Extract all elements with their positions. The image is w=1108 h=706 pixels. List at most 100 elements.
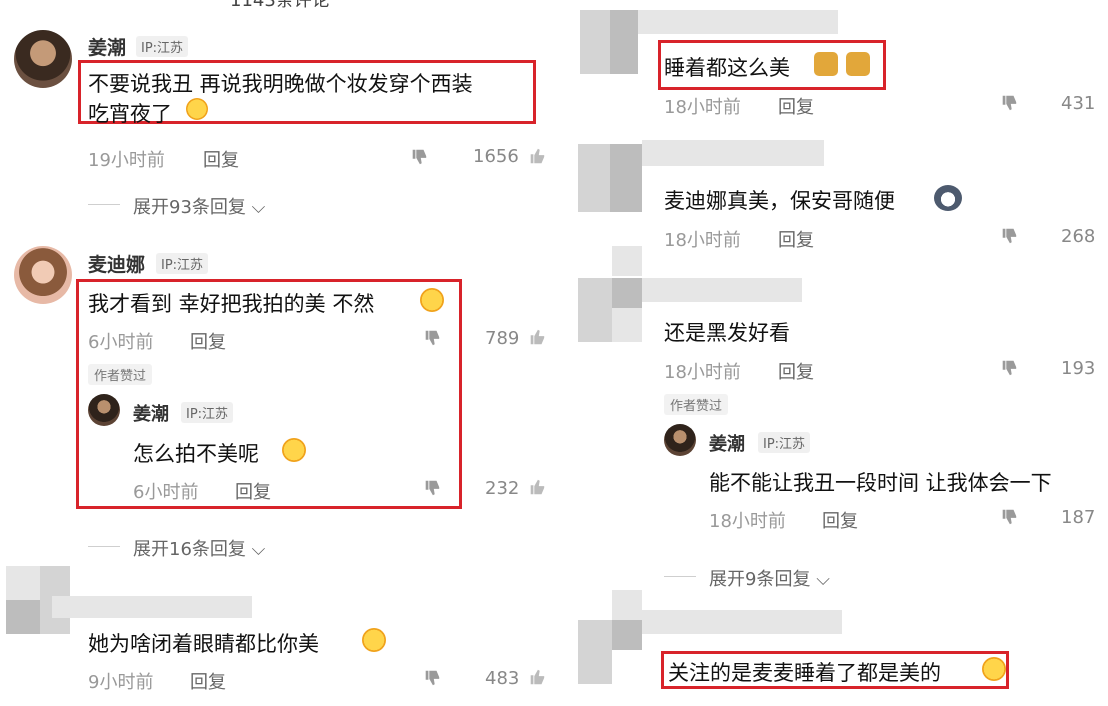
expand-replies-button[interactable]: 展开93条回复 ⌵: [133, 193, 265, 219]
emoji-icon: [846, 52, 870, 76]
ip-badge: IP:江苏: [156, 253, 209, 274]
reply-button[interactable]: 回复: [778, 226, 814, 252]
expand-label: 展开16条回复: [133, 539, 246, 560]
username[interactable]: 麦迪娜: [88, 250, 145, 277]
reply-button[interactable]: 回复: [778, 358, 814, 384]
username[interactable]: 姜潮: [88, 33, 126, 60]
username[interactable]: 姜潮: [133, 400, 169, 426]
blurred-username: [638, 10, 838, 34]
emoji-icon: [814, 52, 838, 76]
like-count: 1656: [473, 146, 519, 167]
chevron-down-icon: ⌵: [251, 197, 266, 218]
like-count: 789: [485, 328, 520, 349]
dislike-icon[interactable]: [1000, 508, 1018, 526]
avatar[interactable]: [14, 246, 72, 304]
author-liked-badge: 作者赞过: [88, 364, 153, 385]
blurred-avatar: [578, 278, 612, 308]
timestamp: 9小时前: [88, 672, 154, 693]
expand-label: 展开9条回复: [709, 569, 811, 590]
reply-button[interactable]: 回复: [203, 146, 239, 172]
comment-text: 我才看到 幸好把我拍的美 不然: [88, 292, 375, 316]
blurred-avatar: [578, 144, 610, 178]
dislike-icon[interactable]: [423, 669, 441, 687]
blurred-avatar: [612, 246, 642, 276]
like-icon[interactable]: [528, 147, 546, 165]
like-count: 187: [1061, 507, 1096, 528]
emoji-icon: [362, 628, 386, 652]
divider: [88, 204, 120, 205]
chevron-down-icon: ⌵: [251, 539, 266, 560]
blurred-avatar: [578, 178, 610, 212]
dislike-icon[interactable]: [423, 329, 441, 347]
comment-text: 麦迪娜真美，保安哥随便: [664, 189, 895, 213]
comment-text: 她为啥闭着眼睛都比你美: [88, 632, 319, 656]
reply-button[interactable]: 回复: [822, 507, 858, 533]
blurred-avatar: [610, 178, 642, 212]
blurred-avatar: [612, 620, 642, 650]
blurred-avatar: [610, 144, 642, 178]
blurred-avatar: [578, 620, 612, 650]
blurred-avatar: [578, 650, 612, 684]
comment-text: 怎么拍不美呢: [133, 442, 259, 466]
like-icon[interactable]: [528, 668, 546, 686]
like-count: 483: [485, 668, 520, 689]
blurred-avatar: [6, 566, 40, 600]
divider: [88, 546, 120, 547]
dislike-icon[interactable]: [1000, 359, 1018, 377]
reply-button[interactable]: 回复: [778, 93, 814, 119]
emoji-icon: [934, 185, 962, 211]
blurred-username: [642, 610, 842, 634]
reply-button[interactable]: 回复: [190, 668, 226, 694]
blurred-avatar: [612, 308, 642, 342]
timestamp: 18小时前: [709, 511, 786, 532]
emoji-icon: [420, 288, 444, 312]
expand-replies-button[interactable]: 展开9条回复 ⌵: [709, 565, 830, 591]
like-count: 268: [1061, 226, 1096, 247]
username[interactable]: 姜潮: [709, 430, 745, 456]
chevron-down-icon: ⌵: [816, 569, 830, 590]
reply-button[interactable]: 回复: [190, 328, 226, 354]
like-count: 431: [1061, 93, 1096, 114]
like-icon[interactable]: [528, 478, 546, 496]
left-top-partial: 1143条评论: [230, 0, 330, 11]
dislike-icon[interactable]: [1000, 227, 1018, 245]
dislike-icon[interactable]: [1000, 94, 1018, 112]
blurred-avatar: [6, 600, 40, 634]
avatar[interactable]: [14, 30, 72, 88]
ip-badge: IP:江苏: [181, 402, 234, 423]
emoji-icon: [282, 438, 306, 462]
dislike-icon[interactable]: [423, 479, 441, 497]
blurred-username: [642, 140, 824, 166]
emoji-icon: [982, 657, 1006, 681]
blurred-avatar: [610, 42, 638, 74]
avatar[interactable]: [88, 394, 120, 426]
emoji-icon: [186, 98, 208, 120]
reply-button[interactable]: 回复: [235, 478, 271, 504]
comment-text-line2: 吃宵夜了: [88, 102, 172, 126]
comment-text: 关注的是麦麦睡着了都是美的: [668, 661, 941, 685]
blurred-username: [642, 278, 802, 302]
avatar[interactable]: [664, 424, 696, 456]
divider: [664, 576, 696, 577]
timestamp: 6小时前: [88, 332, 154, 353]
dislike-icon[interactable]: [410, 148, 428, 166]
like-count: 193: [1061, 358, 1096, 379]
like-count: 232: [485, 478, 520, 499]
comment-text: 还是黑发好看: [664, 321, 790, 345]
timestamp: 18小时前: [664, 97, 741, 118]
blurred-avatar: [40, 566, 70, 600]
blurred-avatar: [580, 42, 610, 74]
timestamp: 18小时前: [664, 230, 741, 251]
expand-replies-button[interactable]: 展开16条回复 ⌵: [133, 535, 265, 561]
timestamp: 6小时前: [133, 482, 199, 503]
author-liked-badge: 作者赞过: [664, 394, 729, 415]
expand-label: 展开93条回复: [133, 197, 246, 218]
blurred-username: [52, 596, 252, 618]
ip-badge: IP:江苏: [758, 432, 811, 453]
ip-badge: IP:江苏: [136, 36, 189, 57]
blurred-avatar: [612, 590, 642, 620]
comment-text: 能不能让我丑一段时间 让我体会一下: [709, 471, 1052, 495]
timestamp: 18小时前: [664, 362, 741, 383]
blurred-avatar: [580, 10, 610, 42]
like-icon[interactable]: [528, 328, 546, 346]
